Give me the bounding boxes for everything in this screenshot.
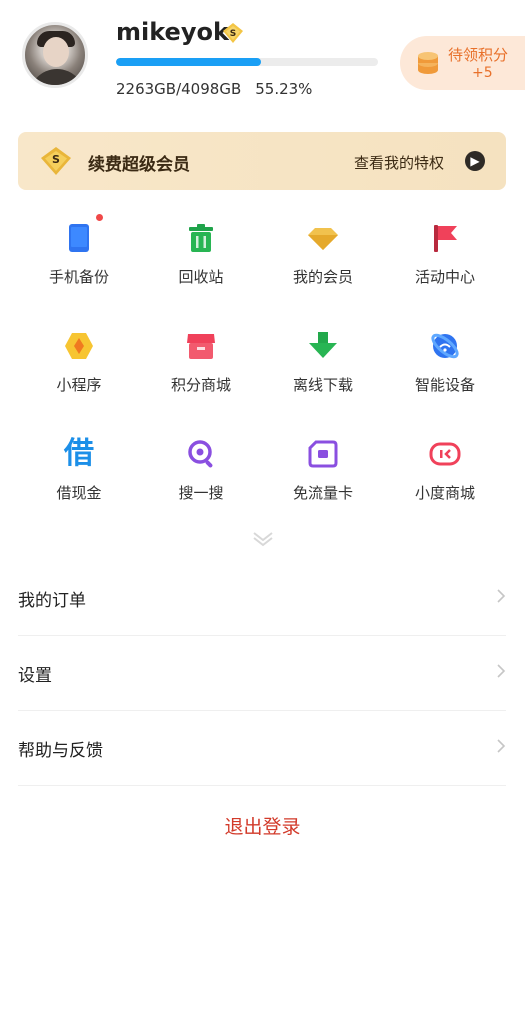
grid-item-recycle-bin[interactable]: 回收站 (140, 214, 262, 314)
grid-item-smart-devices[interactable]: 智能设备 (384, 322, 506, 422)
sim-card-icon (308, 440, 338, 468)
grid-item-xiaodu-mall[interactable]: 小度商城 (384, 430, 506, 530)
menu-item-help-feedback[interactable]: 帮助与反馈 (18, 710, 506, 786)
menu-item-label: 帮助与反馈 (18, 741, 103, 761)
search-icon (188, 440, 213, 468)
chevron-right-icon (497, 589, 506, 603)
xiaodu-store-icon (429, 442, 461, 466)
grid-item-label: 活动中心 (414, 268, 475, 286)
grid-item-label: 免流量卡 (292, 484, 353, 502)
logout-button[interactable]: 退出登录 (0, 812, 525, 839)
grid-item-label: 我的会员 (292, 268, 353, 286)
chevron-down-icon[interactable] (250, 530, 276, 548)
store-icon (187, 334, 215, 359)
menu-item-settings[interactable]: 设置 (18, 635, 506, 711)
grid-item-label: 回收站 (178, 268, 224, 286)
super-vip-badge-icon: S (223, 23, 243, 43)
mini-program-icon (65, 333, 93, 359)
grid-item-label: 积分商城 (170, 376, 231, 394)
grid-item-label: 小度商城 (414, 484, 475, 502)
grid-item-borrow-cash[interactable]: 借 借现金 (18, 430, 140, 530)
avatar[interactable] (22, 22, 88, 88)
vip-renew-banner[interactable]: S 续费超级会员 查看我的特权 ▶ (18, 132, 506, 190)
grid-item-points-mall[interactable]: 积分商城 (140, 322, 262, 422)
grid-item-label: 离线下载 (292, 376, 353, 394)
svg-text:S: S (52, 153, 60, 166)
profile-header: mikeyok S 2263GB/4098GB 55.23% 待领积分 +5 (0, 0, 525, 120)
grid-item-mini-program[interactable]: 小程序 (18, 322, 140, 422)
super-vip-diamond-icon: S (41, 147, 71, 175)
grid-item-label: 手机备份 (48, 268, 109, 286)
grid-item-offline-download[interactable]: 离线下载 (262, 322, 384, 422)
diamond-icon (308, 228, 338, 250)
arrow-right-icon[interactable]: ▶ (465, 151, 485, 171)
grid-item-search[interactable]: 搜一搜 (140, 430, 262, 530)
storage-percent: 55.23% (255, 80, 313, 98)
grid-item-label: 小程序 (56, 376, 102, 394)
grid-item-label: 搜一搜 (178, 484, 224, 502)
username: mikeyok (116, 18, 229, 46)
grid-item-data-free-card[interactable]: 免流量卡 (262, 430, 384, 530)
view-privileges-link[interactable]: 查看我的特权 (354, 152, 444, 173)
borrow-cash-icon: 借 (64, 436, 94, 471)
grid-item-label: 智能设备 (414, 376, 475, 394)
pending-points-button[interactable]: 待领积分 +5 (400, 36, 525, 90)
smart-device-icon (431, 333, 459, 359)
chevron-right-icon (497, 664, 506, 678)
menu-item-my-orders[interactable]: 我的订单 (18, 560, 506, 636)
menu-item-label: 设置 (18, 666, 52, 686)
phone-backup-icon (69, 224, 89, 252)
pending-points-delta: +5 (472, 65, 493, 81)
grid-item-label: 借现金 (56, 484, 102, 502)
flag-icon (434, 225, 457, 252)
trash-icon (189, 224, 213, 252)
download-icon (309, 332, 337, 358)
storage-info: 2263GB/4098GB 55.23% (116, 80, 326, 98)
storage-progress-bar (116, 58, 378, 66)
storage-used: 2263GB/4098GB (116, 80, 242, 98)
chevron-right-icon (497, 739, 506, 753)
coin-stack-icon (418, 52, 438, 74)
grid-item-activity-center[interactable]: 活动中心 (384, 214, 506, 314)
svg-text:S: S (230, 29, 236, 39)
vip-renew-title: 续费超级会员 (88, 155, 190, 175)
pending-points-label: 待领积分 (448, 46, 509, 64)
storage-progress-fill (116, 58, 261, 66)
grid-item-phone-backup[interactable]: 手机备份 (18, 214, 140, 314)
new-badge-dot (96, 214, 103, 221)
menu-item-label: 我的订单 (18, 591, 86, 611)
grid-item-my-membership[interactable]: 我的会员 (262, 214, 384, 314)
